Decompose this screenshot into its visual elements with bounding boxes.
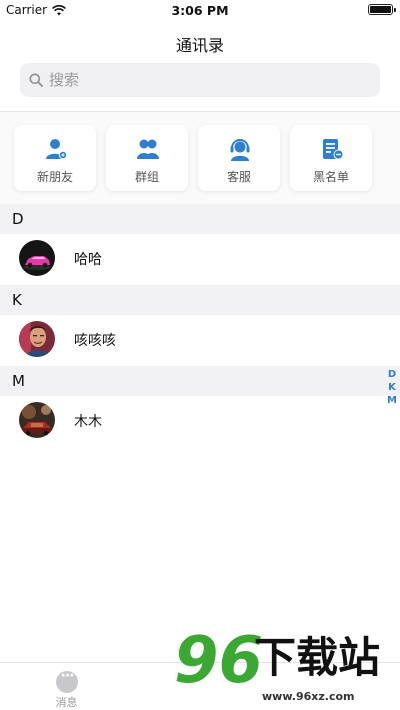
contact-name: 咳咳咳 [74, 333, 116, 349]
customer-service-button[interactable]: 客服 [198, 125, 280, 191]
avatar [19, 240, 55, 276]
svg-text:96: 96 [174, 624, 263, 698]
person-add-icon [46, 139, 68, 160]
section-header-m: M [0, 366, 400, 396]
headset-icon [230, 139, 250, 161]
avatar [19, 321, 55, 357]
status-bar: Carrier 3:06 PM [0, 0, 400, 20]
contact-row[interactable]: 咳咳咳 [0, 315, 400, 365]
avatar [19, 402, 55, 438]
tab-messages-label: 消息 [55, 696, 78, 709]
groups-label: 群组 [134, 170, 159, 184]
chat-bubble-icon [56, 668, 78, 693]
search-bar[interactable] [20, 63, 380, 97]
blacklist-icon [323, 139, 344, 160]
blacklist-button[interactable]: 黑名单 [290, 125, 372, 191]
groups-button[interactable]: 群组 [106, 125, 188, 191]
alphabet-index[interactable]: D K M [387, 368, 397, 407]
night-street-photo-icon [19, 402, 55, 438]
shortcut-panel: 新朋友 群组 客服 黑名单 [0, 112, 400, 204]
index-letter-k[interactable]: K [388, 381, 396, 394]
battery-icon [368, 4, 396, 15]
car-photo-icon [19, 240, 55, 276]
blacklist-label: 黑名单 [312, 170, 349, 184]
contact-name: 哈哈 [74, 252, 102, 268]
battery-level-fill [370, 6, 391, 13]
watermark-url: www.96xz.com [262, 690, 355, 703]
section-header-d: D [0, 204, 400, 234]
group-icon [137, 139, 159, 159]
search-icon [29, 73, 43, 87]
new-friends-button[interactable]: 新朋友 [14, 125, 96, 191]
new-friends-label: 新朋友 [36, 170, 73, 184]
contact-row[interactable]: 木木 [0, 396, 400, 446]
svg-text:下载站: 下载站 [254, 633, 380, 682]
search-input[interactable] [49, 71, 349, 89]
tab-messages[interactable]: 消息 [0, 663, 133, 710]
index-letter-m[interactable]: M [387, 394, 397, 407]
status-time: 3:06 PM [171, 3, 229, 18]
page-title: 通讯录 [175, 36, 224, 55]
customer-service-label: 客服 [226, 170, 251, 184]
person-photo-icon [19, 321, 55, 357]
contact-row[interactable]: 哈哈 [0, 234, 400, 284]
section-header-k: K [0, 285, 400, 315]
contact-name: 木木 [74, 414, 102, 430]
index-letter-d[interactable]: D [388, 368, 396, 381]
